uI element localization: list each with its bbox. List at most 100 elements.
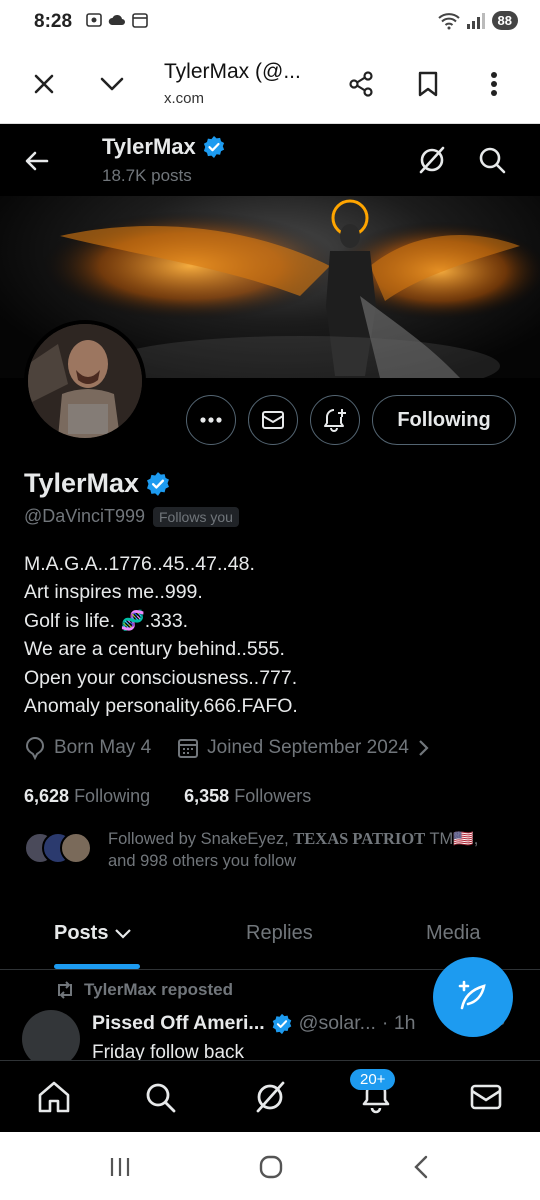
bookmark-icon [418,71,438,97]
followed-by-patriot: TEXAS PATRIOT [293,829,426,848]
bookmark-button[interactable] [408,64,448,104]
repost-label: TylerMax reposted [84,980,233,999]
verified-icon [203,136,224,158]
notify-button[interactable] [310,395,360,445]
born-date: Born May 4 [54,737,152,758]
bell-plus-icon [324,409,346,432]
status-bar: 8:28 88 [0,0,540,44]
followed-by-prefix: Followed by SnakeEyez, [108,830,289,848]
system-nav-bar [0,1132,540,1200]
bio-line: Art inspires me..999. [24,581,203,604]
custom-tab-url[interactable]: x.com [164,90,204,107]
back-nav-icon[interactable] [412,1154,430,1180]
followers-stat[interactable]: 6,358 Followers [184,786,311,806]
bottom-nav: 20+ [0,1060,540,1132]
post-author[interactable]: Pissed Off Ameri... [92,1012,265,1035]
profile-page: TylerMax 18.7K posts Following TylerMax … [0,124,540,1060]
bio-line: Anomaly personality.666.FAFO. [24,695,298,718]
verified-icon [147,471,170,496]
compose-button[interactable] [433,957,513,1037]
more-vert-icon [491,72,497,96]
chevron-right-icon[interactable] [417,738,431,758]
repost-indicator: TylerMax reposted [54,980,233,1000]
status-icons [86,12,148,28]
repost-icon [58,981,72,999]
avatar-artwork [28,324,142,438]
signal-icon [466,12,485,29]
mail-icon[interactable] [468,1079,504,1115]
more-options-button[interactable] [474,64,514,104]
collapse-button[interactable] [92,64,132,104]
home-button-icon[interactable] [258,1154,284,1180]
status-time: 8:28 [34,11,73,32]
custom-tab-bar: TylerMax (@... x.com [0,44,540,124]
followed-by[interactable]: Followed by SnakeEyez, TEXAS PATRIOT TM🇺… [24,828,524,878]
tab-replies[interactable]: Replies [246,922,313,945]
post-body: Friday follow back [92,1042,245,1060]
share-button[interactable] [341,64,381,104]
following-count: 6,628 [24,786,70,806]
header-posts-count: 18.7K posts [102,166,192,185]
header-name: TylerMax [102,134,196,159]
header-name-row: TylerMax [102,134,226,160]
following-label: Following [74,786,151,806]
bio-line: Golf is life. 🧬.333. [24,609,189,632]
home-icon[interactable] [36,1079,72,1115]
notifications-badge: 20+ [350,1069,396,1090]
tab-posts[interactable]: Posts [54,922,132,945]
profile-handle: @DaVinciT999 [24,506,145,526]
profile-stats: 6,628 Following 6,358 Followers [24,786,311,807]
follows-you-badge: Follows you [153,506,239,527]
more-actions-button[interactable] [186,395,236,445]
close-button[interactable] [24,64,64,104]
bio-line: We are a century behind..555. [24,638,285,661]
profile-bio: M.A.G.A..1776..45..47..48. Art inspires … [24,550,298,720]
followed-by-tm: TM🇺🇸, [425,830,479,848]
profile-meta: Born May 4 Joined September 2024 [24,736,431,760]
profile-name: TylerMax [24,468,140,498]
status-right: 88 [437,11,518,30]
post-header: Pissed Off Ameri... @solar... · 1h [92,1012,416,1035]
custom-tab-title: TylerMax (@... [164,60,301,83]
recents-icon[interactable] [108,1156,132,1178]
wifi-icon [437,12,460,29]
location-icon [25,736,45,760]
post-time: · 1h [381,1012,416,1034]
calendar-icon [178,739,199,758]
tab-media[interactable]: Media [426,922,480,945]
mail-icon [262,411,284,429]
post-avatar[interactable] [22,1010,80,1060]
profile-handle-row: @DaVinciT999 Follows you [24,506,239,527]
grok-icon[interactable] [416,144,448,176]
followers-count: 6,358 [184,786,230,806]
search-icon[interactable] [476,144,508,176]
caret-down-icon [115,928,132,939]
close-icon [34,74,54,94]
follower-avatar [60,832,92,864]
screenshot-icon [86,13,102,27]
active-tab-indicator [54,964,140,969]
profile-top-nav: TylerMax 18.7K posts [0,124,540,196]
verified-icon [272,1013,291,1034]
profile-avatar[interactable] [24,320,146,442]
followers-label: Followers [234,786,312,806]
tab-posts-label: Posts [54,922,109,944]
battery-indicator: 88 [491,11,518,30]
followed-by-suffix: and 998 others you follow [108,852,297,870]
cloud-icon [108,14,125,25]
chevron-down-icon [100,77,124,91]
back-arrow-icon[interactable] [20,144,54,178]
compose-icon [458,980,486,1010]
profile-name-row: TylerMax [24,468,171,499]
search-icon[interactable] [142,1079,178,1115]
share-icon [349,71,373,97]
calendar-status-icon [132,13,148,28]
post-handle: @solar... [298,1012,376,1034]
message-button[interactable] [248,395,298,445]
following-button[interactable]: Following [372,395,516,445]
grok-icon[interactable] [252,1079,288,1115]
bio-line: M.A.G.A..1776..45..47..48. [24,553,255,575]
joined-date: Joined September 2024 [207,737,409,758]
following-stat[interactable]: 6,628 Following [24,786,150,806]
bio-line: Open your consciousness..777. [24,666,298,689]
